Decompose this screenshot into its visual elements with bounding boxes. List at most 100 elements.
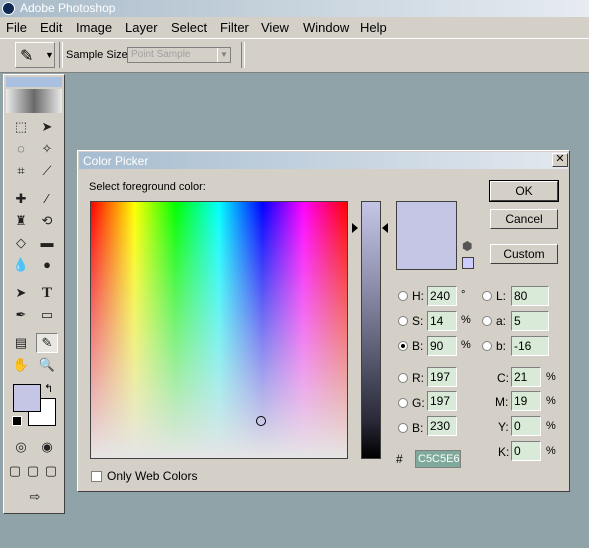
hand-icon[interactable]: ✋ — [10, 355, 32, 375]
saturation-input[interactable]: 14 — [427, 311, 457, 331]
clone-stamp-icon[interactable]: ♜ — [10, 211, 32, 231]
cancel-button[interactable]: Cancel — [490, 209, 558, 229]
color-field[interactable] — [90, 201, 348, 459]
brush-icon[interactable]: ⁄ — [36, 189, 58, 209]
magic-wand-icon[interactable]: ✧ — [36, 139, 58, 159]
crop-icon[interactable]: ⌗ — [10, 161, 32, 181]
lab-l-input[interactable]: 80 — [511, 286, 549, 306]
brightness-label: B: — [412, 339, 424, 353]
red-radio[interactable] — [398, 373, 408, 383]
dropdown-arrow-icon: ▼ — [45, 50, 54, 60]
swap-colors-icon[interactable]: ↰ — [44, 382, 53, 395]
screen-mode-standard-icon[interactable]: ▢ — [6, 461, 24, 481]
toolbox-header[interactable] — [6, 77, 62, 87]
lab-b-input[interactable]: -16 — [511, 336, 549, 356]
menu-filter[interactable]: Filter — [220, 20, 249, 35]
slice-icon[interactable]: ⟋ — [36, 161, 58, 181]
cyan-input[interactable]: 21 — [511, 367, 541, 387]
yellow-label: Y: — [498, 420, 509, 434]
marquee-icon[interactable]: ⬚ — [10, 117, 32, 137]
photoshop-logo-icon[interactable] — [6, 89, 62, 113]
magenta-label: M: — [495, 395, 509, 409]
lab-a-radio[interactable] — [482, 316, 492, 326]
foreground-color-swatch[interactable] — [13, 384, 41, 412]
yellow-unit: % — [546, 420, 556, 432]
sample-size-select[interactable]: Point Sample ▼ — [127, 47, 231, 63]
slider-right-arrow-icon[interactable] — [382, 223, 388, 233]
menu-help[interactable]: Help — [360, 20, 387, 35]
dialog-title: Color Picker — [83, 154, 149, 168]
magenta-unit: % — [546, 395, 556, 407]
move-icon[interactable]: ➤ — [36, 117, 58, 137]
notes-icon[interactable]: ▤ — [10, 333, 32, 353]
hue-radio[interactable] — [398, 291, 408, 301]
eyedropper-icon: ✎ — [20, 48, 34, 65]
menu-image[interactable]: Image — [76, 20, 112, 35]
brightness-input[interactable]: 90 — [427, 336, 457, 356]
web-safe-color-swatch[interactable] — [462, 257, 474, 269]
screen-mode-menubar-icon[interactable]: ▢ — [24, 461, 42, 481]
menu-select[interactable]: Select — [171, 20, 207, 35]
slider-left-arrow-icon[interactable] — [352, 223, 358, 233]
tool-preset-picker[interactable]: ✎ ▼ — [15, 42, 55, 68]
close-icon[interactable]: ✕ — [552, 153, 568, 167]
custom-button[interactable]: Custom — [490, 244, 558, 264]
new-color-swatch — [396, 201, 457, 270]
lab-l-radio[interactable] — [482, 291, 492, 301]
jump-to-imageready-icon[interactable]: ⇨ — [22, 487, 48, 507]
lab-b-radio[interactable] — [482, 341, 492, 351]
brightness-radio[interactable] — [398, 341, 408, 351]
lab-a-input[interactable]: 5 — [511, 311, 549, 331]
black-unit: % — [546, 445, 556, 457]
color-field-marker[interactable] — [256, 416, 266, 426]
black-label: K: — [498, 445, 510, 459]
menu-window[interactable]: Window — [303, 20, 349, 35]
red-input[interactable]: 197 — [427, 367, 457, 387]
menu-file[interactable]: File — [6, 20, 27, 35]
rectangle-icon[interactable]: ▭ — [36, 305, 58, 325]
blue-radio[interactable] — [398, 423, 408, 433]
menu-layer[interactable]: Layer — [125, 20, 158, 35]
healing-brush-icon[interactable]: ✚ — [10, 189, 32, 209]
blue-input[interactable]: 230 — [427, 416, 457, 436]
blur-icon[interactable]: 💧 — [10, 255, 32, 275]
zoom-icon[interactable]: 🔍 — [36, 355, 58, 375]
menu-view[interactable]: View — [261, 20, 289, 35]
history-brush-icon[interactable]: ⟲ — [36, 211, 58, 231]
green-input[interactable]: 197 — [427, 391, 457, 411]
magenta-input[interactable]: 19 — [511, 391, 541, 411]
eyedropper-icon[interactable]: ✎ — [36, 333, 58, 353]
pen-icon[interactable]: ✒ — [10, 305, 32, 325]
sample-size-value: Point Sample — [131, 49, 191, 60]
cyan-unit: % — [546, 371, 556, 383]
black-input[interactable]: 0 — [511, 441, 541, 461]
ok-button[interactable]: OK — [489, 180, 559, 202]
green-radio[interactable] — [398, 398, 408, 408]
yellow-input[interactable]: 0 — [511, 416, 541, 436]
color-picker-dialog: Color Picker ✕ Select foreground color: … — [77, 150, 570, 492]
only-web-colors-checkbox[interactable] — [91, 471, 102, 482]
red-label: R: — [412, 371, 424, 385]
only-web-colors-label[interactable]: Only Web Colors — [107, 469, 197, 483]
gradient-icon[interactable]: ▬ — [36, 233, 58, 253]
hex-input[interactable]: C5C5E6 — [415, 450, 461, 468]
window-title: Adobe Photoshop — [20, 1, 116, 15]
standard-mode-icon[interactable]: ◎ — [10, 437, 32, 457]
saturation-radio[interactable] — [398, 316, 408, 326]
type-icon[interactable]: T — [36, 283, 58, 303]
hue-input[interactable]: 240 — [427, 286, 457, 306]
web-color-warning-icon[interactable]: ⬢ — [462, 239, 472, 253]
default-colors-icon[interactable] — [12, 416, 22, 426]
eraser-icon[interactable]: ◇ — [10, 233, 32, 253]
lasso-icon[interactable]: ◌ — [10, 139, 32, 159]
quick-mask-mode-icon[interactable]: ◉ — [36, 437, 58, 457]
screen-mode-full-icon[interactable]: ▢ — [42, 461, 60, 481]
path-selection-icon[interactable]: ➤ — [10, 283, 32, 303]
menu-edit[interactable]: Edit — [40, 20, 62, 35]
picker-prompt: Select foreground color: — [89, 181, 206, 193]
sample-size-label: Sample Size: — [66, 49, 131, 61]
color-slider[interactable] — [361, 201, 381, 459]
dodge-icon[interactable]: ● — [36, 255, 58, 275]
green-label: G: — [412, 396, 425, 410]
photoshop-icon — [2, 2, 15, 15]
